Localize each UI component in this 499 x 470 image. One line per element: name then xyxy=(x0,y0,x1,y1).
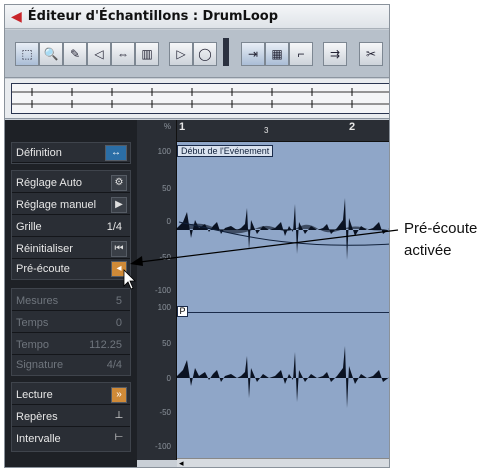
reset-row[interactable]: Réinitialiser ⏮ xyxy=(12,239,130,259)
volume-slider[interactable] xyxy=(223,38,229,66)
bars-label: Mesures xyxy=(16,295,59,307)
signature-value[interactable]: 4/4 xyxy=(107,355,122,375)
hitpoint-tool[interactable]: ⇔ xyxy=(111,42,135,66)
tempo-section: Mesures 5 Temps 0 Tempo 112.25 Signature… xyxy=(11,288,131,376)
tempo-value[interactable]: 112.25 xyxy=(89,335,122,355)
bars-value[interactable]: 5 xyxy=(116,291,122,311)
definition-label: Définition xyxy=(16,147,62,159)
fast-forward-icon[interactable]: » xyxy=(111,387,127,403)
gear-icon[interactable]: ⚙ xyxy=(111,175,127,191)
back-arrow-icon[interactable]: ◀ xyxy=(11,8,22,25)
overview-frame[interactable] xyxy=(11,83,389,114)
musicmode-panel: Définition ↔ Réglage Auto ⚙ Réglage manu… xyxy=(5,120,137,467)
interval-icon[interactable]: ⊢ xyxy=(111,431,127,447)
grid-tool[interactable]: ▥ xyxy=(135,42,159,66)
auto-adjust-label: Réglage Auto xyxy=(16,177,83,189)
signature-row[interactable]: Signature 4/4 xyxy=(12,355,130,375)
timeline-ruler[interactable]: 1 3 2 xyxy=(177,120,389,142)
waveform-display[interactable]: Début de l'Evénement P xyxy=(177,142,389,458)
definition-section: Définition ↔ xyxy=(11,142,131,164)
manual-adjust-label: Réglage manuel xyxy=(16,199,97,211)
playback-row[interactable]: Lecture » xyxy=(12,385,130,405)
window-title: Éditeur d'Échantillons : DrumLoop xyxy=(27,9,279,24)
bar-1-label: 1 xyxy=(179,121,186,133)
tempo-row[interactable]: Tempo 112.25 xyxy=(12,335,130,355)
grid-value[interactable]: 1/4 xyxy=(107,217,122,237)
range-select-tool[interactable]: ⬚ xyxy=(15,42,39,66)
cut-button[interactable]: ✂ xyxy=(359,42,383,66)
sync-button[interactable]: ⌐ xyxy=(289,42,313,66)
loop-button[interactable]: ◯ xyxy=(193,42,217,66)
preview-row[interactable]: Pré-écoute ◂ xyxy=(12,259,130,279)
signature-label: Signature xyxy=(16,359,64,371)
insert-button[interactable]: ⇉ xyxy=(323,42,347,66)
adjust-section: Réglage Auto ⚙ Réglage manuel ▶ Grille 1… xyxy=(11,170,131,280)
toolbar: ⬚ 🔍 ✎ ◁ ⇔ ▥ ▷ ◯ ⇥ ▦ ⌐ ⇉ ✂ xyxy=(5,30,389,78)
callout-line2: activée xyxy=(404,242,452,259)
definition-resize-icon[interactable]: ↔ xyxy=(105,145,127,161)
scale-bottom-minus-100: -100 xyxy=(154,442,171,451)
scale-top-50: 50 xyxy=(162,184,171,193)
scale-top-0: 0 xyxy=(166,217,171,226)
scale-bottom-0: 0 xyxy=(166,374,171,383)
bar-2-label: 2 xyxy=(349,121,356,133)
horizontal-scrollbar[interactable]: ◂ xyxy=(177,458,389,467)
playback-section: Lecture » Repères ⊥ Intervalle ⊢ xyxy=(11,382,131,452)
overview-strip[interactable] xyxy=(5,79,389,119)
beats-label: Temps xyxy=(16,317,49,329)
interval-row[interactable]: Intervalle ⊢ xyxy=(12,429,130,449)
scale-percent: % xyxy=(163,122,171,131)
speaker-icon[interactable]: ◂ xyxy=(111,261,127,277)
speaker-tool[interactable]: ◁ xyxy=(87,42,111,66)
interval-label: Intervalle xyxy=(16,433,61,445)
callout-label: Pré-écoute activée xyxy=(404,218,477,262)
beats-row[interactable]: Temps 0 xyxy=(12,313,130,333)
cycle-button[interactable]: ▦ xyxy=(265,42,289,66)
beats-value[interactable]: 0 xyxy=(116,313,122,333)
play-button[interactable]: ▷ xyxy=(169,42,193,66)
reset-label: Réinitialiser xyxy=(16,243,73,255)
draw-tool[interactable]: ✎ xyxy=(63,42,87,66)
title-bar: ◀ Éditeur d'Échantillons : DrumLoop xyxy=(5,5,389,29)
waveform-svg xyxy=(177,198,389,408)
level-scale: % 100 50 0 -50 -100 100 50 0 -50 -100 xyxy=(137,120,177,460)
overview-waveform xyxy=(12,88,389,108)
scale-top-minus-100: -100 xyxy=(154,286,171,295)
markers-row[interactable]: Repères ⊥ xyxy=(12,407,130,427)
grid-row[interactable]: Grille 1/4 xyxy=(12,217,130,237)
tempo-label: Tempo xyxy=(16,339,50,351)
beat-3-label: 3 xyxy=(264,126,269,135)
preview-label: Pré-écoute xyxy=(16,263,70,275)
definition-row[interactable]: Définition ↔ xyxy=(12,143,130,163)
scale-top-100: 100 xyxy=(157,147,171,156)
playback-label: Lecture xyxy=(16,389,53,401)
scale-bottom-minus-50: -50 xyxy=(159,408,171,417)
scale-bottom-50: 50 xyxy=(162,339,171,348)
callout-line1: Pré-écoute xyxy=(404,220,478,237)
zoom-tool[interactable]: 🔍 xyxy=(39,42,63,66)
sample-editor-window: ◀ Éditeur d'Échantillons : DrumLoop ⬚ 🔍 … xyxy=(4,4,390,468)
snap-button[interactable]: ⇥ xyxy=(241,42,265,66)
marker-icon[interactable]: ⊥ xyxy=(111,409,127,425)
scale-top-minus-50: -50 xyxy=(159,253,171,262)
grid-label: Grille xyxy=(16,221,42,233)
reset-icon[interactable]: ⏮ xyxy=(111,241,127,257)
bars-row[interactable]: Mesures 5 xyxy=(12,291,130,311)
auto-adjust-row[interactable]: Réglage Auto ⚙ xyxy=(12,173,130,193)
manual-adjust-row[interactable]: Réglage manuel ▶ xyxy=(12,195,130,215)
markers-label: Repères xyxy=(16,411,58,423)
scale-bottom-100: 100 xyxy=(157,303,171,312)
cursor-icon[interactable]: ▶ xyxy=(111,197,127,213)
scroll-left-icon[interactable]: ◂ xyxy=(179,458,184,467)
